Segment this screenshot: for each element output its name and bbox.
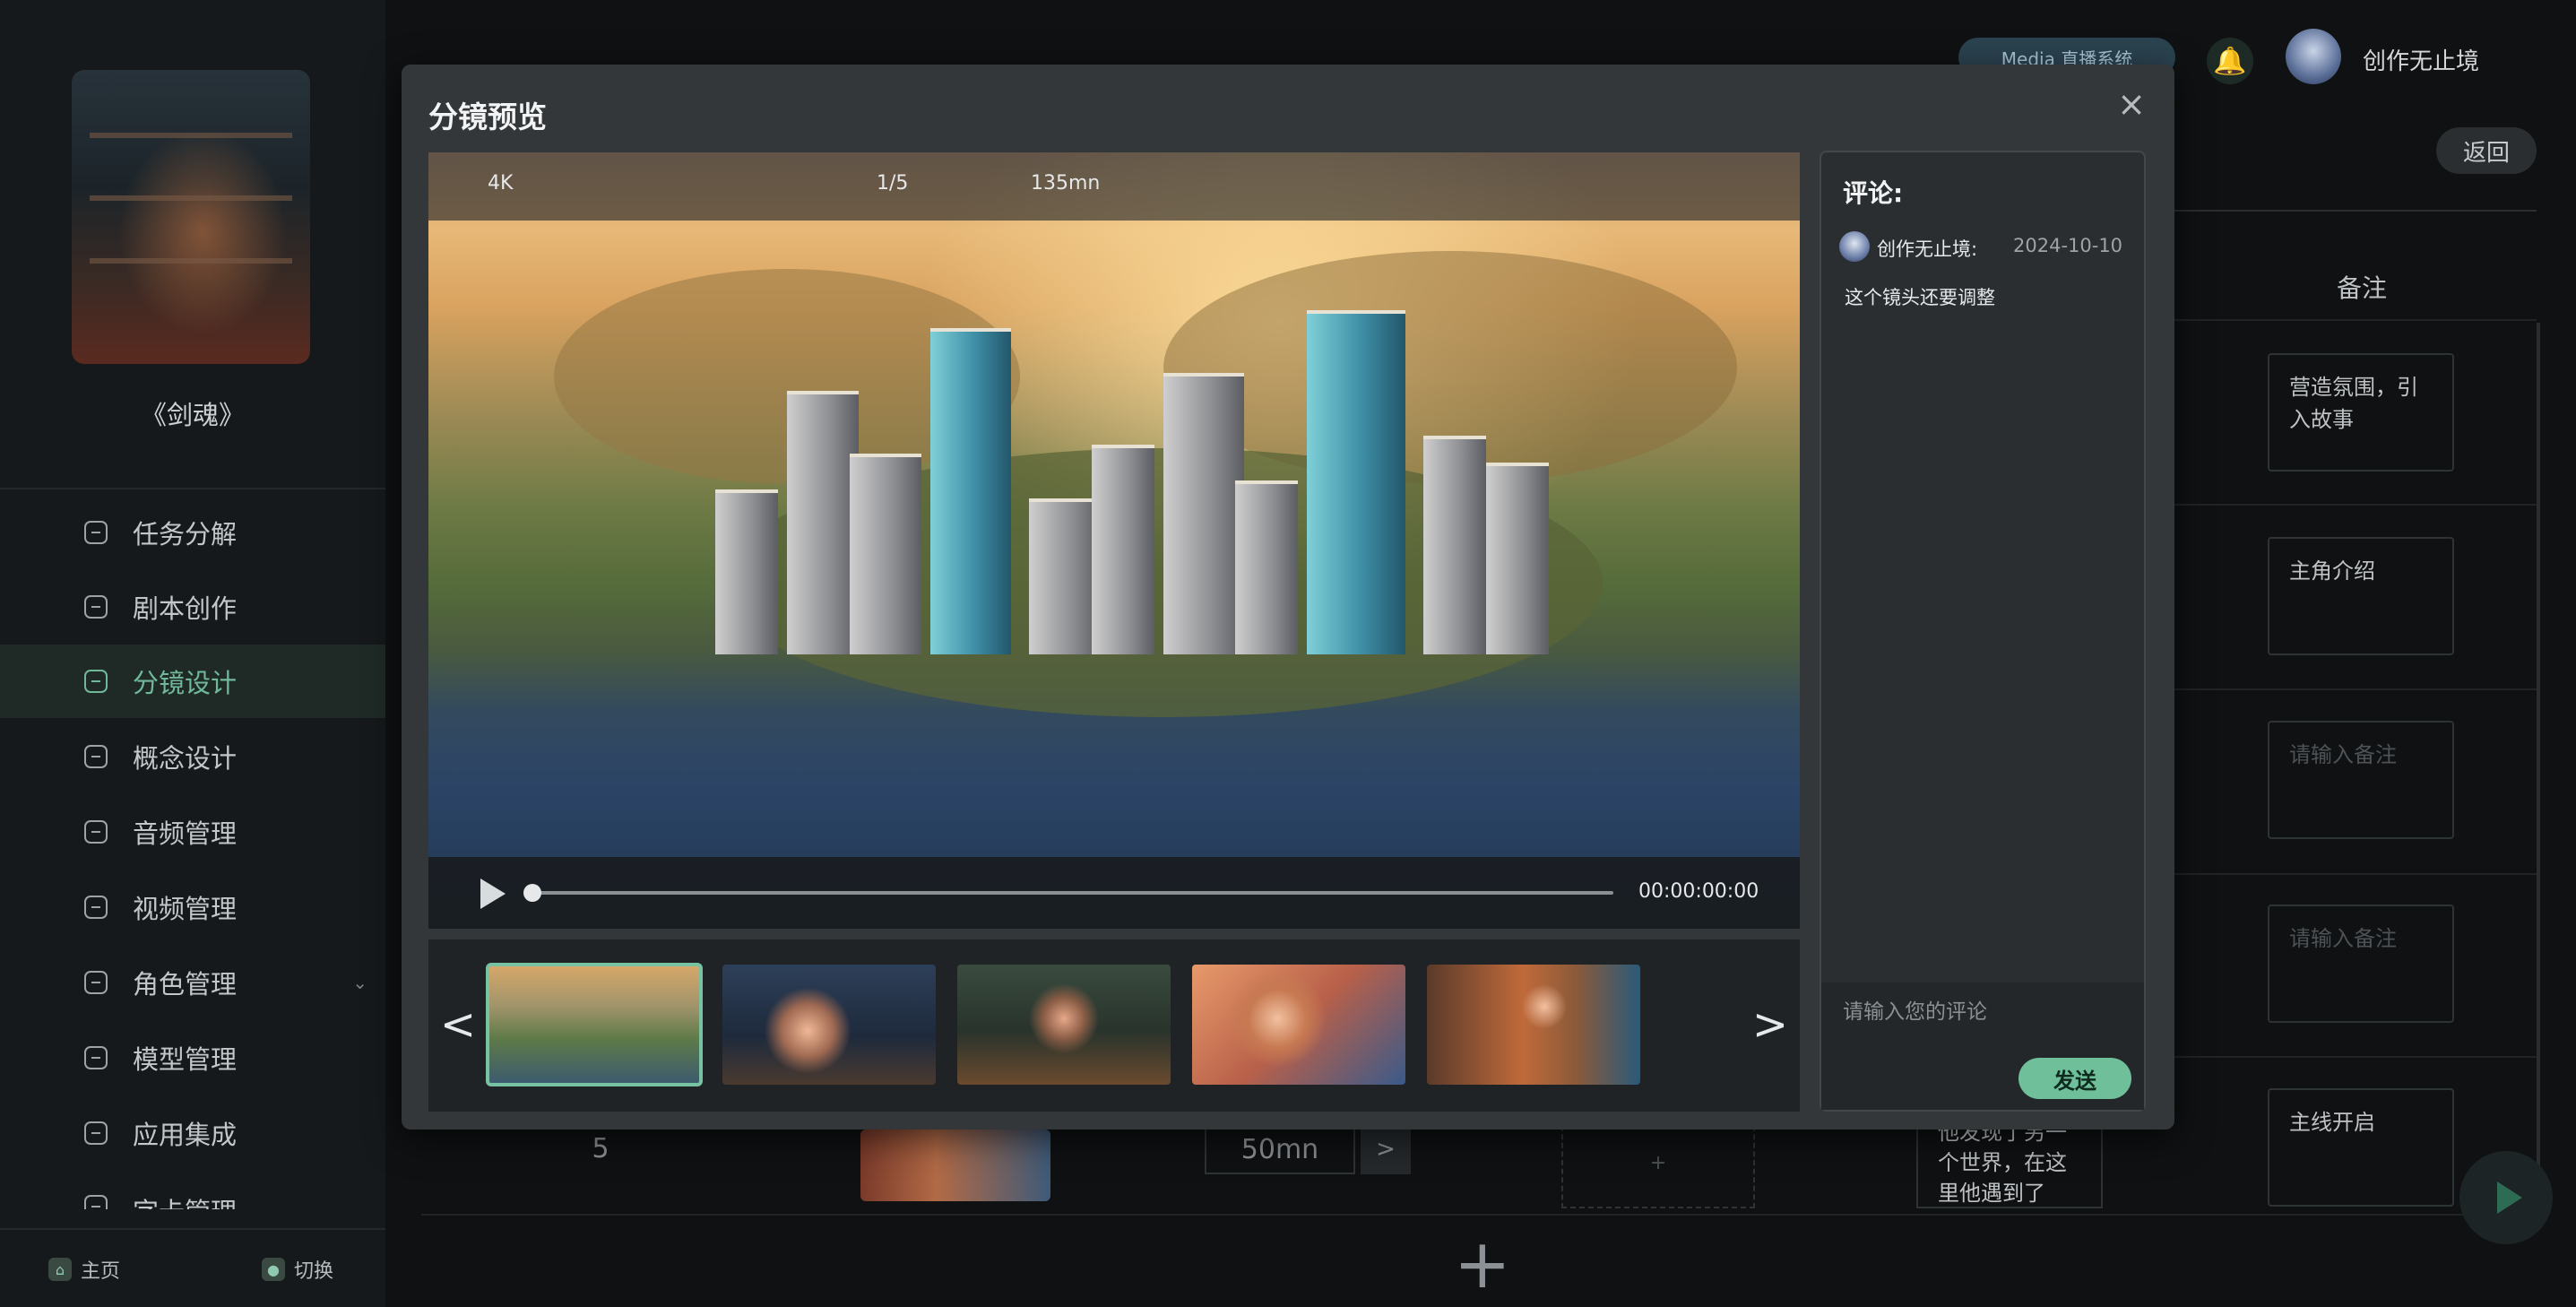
note-field[interactable]: 营造氛围，引入故事 xyxy=(2268,353,2454,472)
sidebar-item-label: 任务分解 xyxy=(133,519,238,550)
note-field[interactable]: 请输入备注 xyxy=(2268,721,2454,839)
thumbnail-boy-frame[interactable] xyxy=(1192,965,1405,1085)
note-field[interactable]: 请输入备注 xyxy=(2268,905,2454,1023)
thumbnail-boy-workshop[interactable] xyxy=(722,965,936,1085)
thumbnail-boy-desk[interactable] xyxy=(957,965,1171,1085)
add-row-button[interactable]: + xyxy=(1454,1230,1511,1298)
storyboard-icon xyxy=(84,670,108,693)
chevron-down-icon: ⌄ xyxy=(352,972,367,993)
duration-label: 135mn xyxy=(1031,172,1101,195)
sidebar-item-label: 角色管理 xyxy=(133,969,238,1000)
home-button[interactable]: ⌂ 主页 xyxy=(48,1255,120,1284)
send-button[interactable]: 发送 xyxy=(2018,1058,2131,1099)
sidebar-item-model[interactable]: 模型管理 xyxy=(0,1021,385,1095)
viewer-info-bar: 4K 1/5 135mn xyxy=(428,152,1800,221)
thumbnail-strip: < > xyxy=(428,939,1800,1112)
next-arrow-icon[interactable]: > xyxy=(1748,984,1793,1065)
audio-icon xyxy=(84,820,108,844)
comment-avatar xyxy=(1839,231,1870,262)
sidebar-item-label: 字卡管理 xyxy=(133,1191,237,1209)
thumbnail-boy-friends[interactable] xyxy=(1427,965,1640,1085)
sidebar-item-video[interactable]: 视频管理 xyxy=(0,870,385,944)
comments-title: 评论: xyxy=(1843,178,1904,208)
notification-bell-icon[interactable]: 🔔 xyxy=(2207,38,2253,84)
scrollbar[interactable] xyxy=(2537,323,2540,1210)
sidebar-item-label: 概念设计 xyxy=(133,743,238,774)
modal-title: 分镜预览 xyxy=(428,100,547,134)
duration-next-button[interactable]: > xyxy=(1361,1124,1411,1174)
comment-input[interactable] xyxy=(1841,993,2131,1031)
sidebar-item-label: 剧本创作 xyxy=(133,593,238,624)
notes-column-header: 备注 xyxy=(2336,273,2387,303)
upload-placeholder[interactable]: + xyxy=(1561,1117,1755,1208)
note-field[interactable]: 主角介绍 xyxy=(2268,537,2454,655)
prev-arrow-icon[interactable]: < xyxy=(436,984,480,1065)
sidebar-item-card[interactable]: 字卡管理 xyxy=(0,1172,385,1209)
resolution-label: 4K xyxy=(488,172,514,195)
close-icon[interactable]: × xyxy=(2114,84,2149,124)
preview-image xyxy=(428,152,1800,929)
sidebar-item-script[interactable]: 剧本创作 xyxy=(0,570,385,644)
home-label: 主页 xyxy=(81,1260,121,1283)
user-avatar[interactable] xyxy=(2286,29,2341,84)
back-button[interactable]: 返回 xyxy=(2436,127,2537,174)
progress-handle[interactable] xyxy=(523,884,541,902)
row-number: 5 xyxy=(592,1133,609,1164)
header-divider xyxy=(2169,210,2537,212)
sidebar-item-concept[interactable]: 概念设计 xyxy=(0,720,385,793)
apps-icon xyxy=(84,1121,108,1145)
sidebar-item-storyboard[interactable]: 分镜设计 xyxy=(0,645,385,718)
video-icon xyxy=(84,896,108,919)
project-cover-image xyxy=(72,70,310,364)
comment-user: 创作无止境: xyxy=(1877,238,1978,260)
sidebar-divider xyxy=(0,488,385,489)
sidebar-item-audio[interactable]: 音频管理 xyxy=(0,795,385,869)
switch-icon: ● xyxy=(262,1258,285,1281)
table-row-divider xyxy=(421,1214,2537,1216)
sidebar-item-label: 音频管理 xyxy=(133,818,238,849)
switch-label: 切换 xyxy=(294,1260,334,1283)
home-icon: ⌂ xyxy=(48,1258,72,1281)
player-controls: 00:00:00:00 xyxy=(428,857,1800,929)
play-icon[interactable] xyxy=(480,879,506,909)
sidebar-item-label: 模型管理 xyxy=(133,1044,238,1075)
preview-viewer: 4K 1/5 135mn 00:00:00:00 xyxy=(428,152,1800,929)
sidebar-item-task[interactable]: 任务分解 xyxy=(0,496,385,569)
username: 创作无止境 xyxy=(2363,48,2480,75)
progress-bar[interactable] xyxy=(532,891,1613,895)
row-thumbnail[interactable] xyxy=(860,1130,1050,1201)
play-all-button[interactable] xyxy=(2459,1151,2553,1244)
sidebar-item-apps[interactable]: 应用集成 xyxy=(0,1096,385,1170)
sidebar-item-label: 分镜设计 xyxy=(133,668,238,698)
note-field[interactable]: 主线开启 xyxy=(2268,1088,2454,1207)
thumbnail-city[interactable] xyxy=(486,963,703,1086)
comment-date: 2024-10-10 xyxy=(2013,235,2123,256)
concept-icon xyxy=(84,745,108,768)
switch-button[interactable]: ● 切换 xyxy=(262,1255,333,1284)
page-indicator: 1/5 xyxy=(877,172,909,195)
comment-text: 这个镜头还要调整 xyxy=(1845,287,1995,308)
model-icon xyxy=(84,1046,108,1069)
duration-field[interactable]: 50mn xyxy=(1205,1124,1355,1174)
script-icon xyxy=(84,595,108,619)
project-title: 《剑魂》 xyxy=(140,400,245,430)
card-icon xyxy=(84,1195,108,1209)
play-icon xyxy=(2497,1181,2522,1214)
sidebar-item-label: 应用集成 xyxy=(133,1120,238,1150)
character-icon xyxy=(84,971,108,994)
sidebar-item-character[interactable]: 角色管理 ⌄ xyxy=(0,946,385,1019)
time-display: 00:00:00:00 xyxy=(1638,880,1759,903)
task-icon xyxy=(84,521,108,544)
sidebar-item-label: 视频管理 xyxy=(133,894,238,924)
